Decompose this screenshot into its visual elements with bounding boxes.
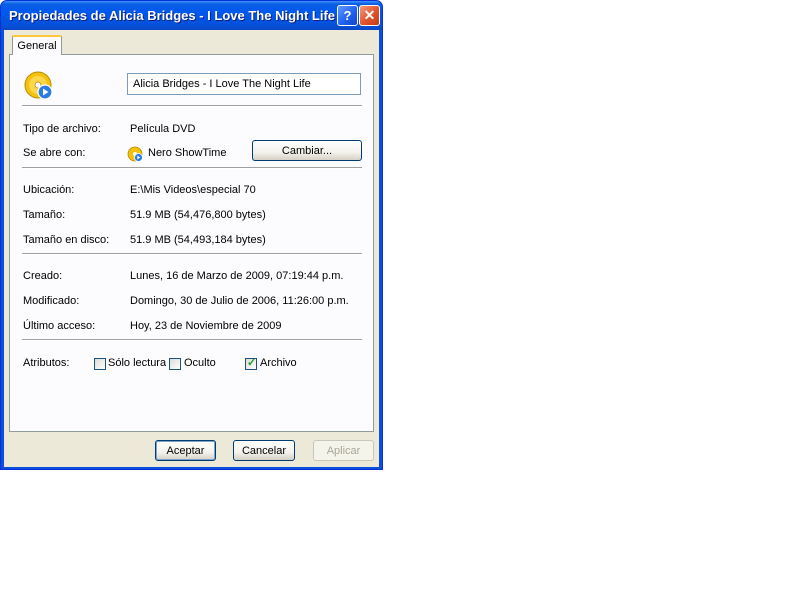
title-bar[interactable]: Propiedades de Alicia Bridges - I Love T… <box>1 1 382 30</box>
disk-size-value: 51.9 MB (54,493,184 bytes) <box>130 234 266 246</box>
general-panel: Tipo de archivo: Película DVD Se abre co… <box>9 54 374 432</box>
cancel-button[interactable]: Cancelar <box>233 440 295 461</box>
last-accessed-value: Hoy, 23 de Noviembre de 2009 <box>130 320 282 332</box>
hidden-checkbox-label[interactable]: Oculto <box>184 357 216 369</box>
created-value: Lunes, 16 de Marzo de 2009, 07:19:44 p.m… <box>130 270 344 282</box>
change-button[interactable]: Cambiar... <box>252 140 362 161</box>
file-type-value: Película DVD <box>130 123 196 135</box>
size-label: Tamaño: <box>23 209 66 221</box>
separator <box>22 167 362 169</box>
created-label: Creado: <box>23 270 63 282</box>
properties-dialog: Propiedades de Alicia Bridges - I Love T… <box>0 0 383 470</box>
dvd-movie-icon <box>24 71 53 100</box>
tab-general[interactable]: General <box>12 35 62 55</box>
readonly-checkbox-label[interactable]: Sólo lectura <box>108 357 166 369</box>
apply-button[interactable]: Aplicar <box>313 440 374 461</box>
opens-with-value: Nero ShowTime <box>148 147 227 159</box>
window-title: Propiedades de Alicia Bridges - I Love T… <box>9 8 336 23</box>
separator <box>22 253 362 255</box>
hidden-checkbox[interactable] <box>169 358 181 370</box>
help-button[interactable]: ? <box>337 5 358 26</box>
nero-showtime-icon <box>127 146 143 162</box>
readonly-checkbox[interactable] <box>94 358 106 370</box>
archive-checkbox-label[interactable]: Archivo <box>260 357 297 369</box>
modified-label: Modificado: <box>23 295 80 307</box>
close-button[interactable]: ✕ <box>359 5 380 26</box>
separator <box>22 105 362 107</box>
location-value: E:\Mis Videos\especial 70 <box>130 184 256 196</box>
file-type-label: Tipo de archivo: <box>23 123 101 135</box>
separator <box>22 339 362 341</box>
file-name-input[interactable] <box>127 73 361 95</box>
ok-button[interactable]: Aceptar <box>155 440 216 461</box>
attributes-label: Atributos: <box>23 357 70 369</box>
archive-checkbox[interactable] <box>245 356 257 370</box>
location-label: Ubicación: <box>23 184 75 196</box>
disk-size-label: Tamaño en disco: <box>23 234 110 246</box>
dialog-body: General Tipo de archivo: Película DVD Se… <box>4 30 379 467</box>
opens-with-label: Se abre con: <box>23 147 86 159</box>
last-accessed-label: Último acceso: <box>23 320 96 332</box>
modified-value: Domingo, 30 de Julio de 2006, 11:26:00 p… <box>130 295 349 307</box>
size-value: 51.9 MB (54,476,800 bytes) <box>130 209 266 221</box>
